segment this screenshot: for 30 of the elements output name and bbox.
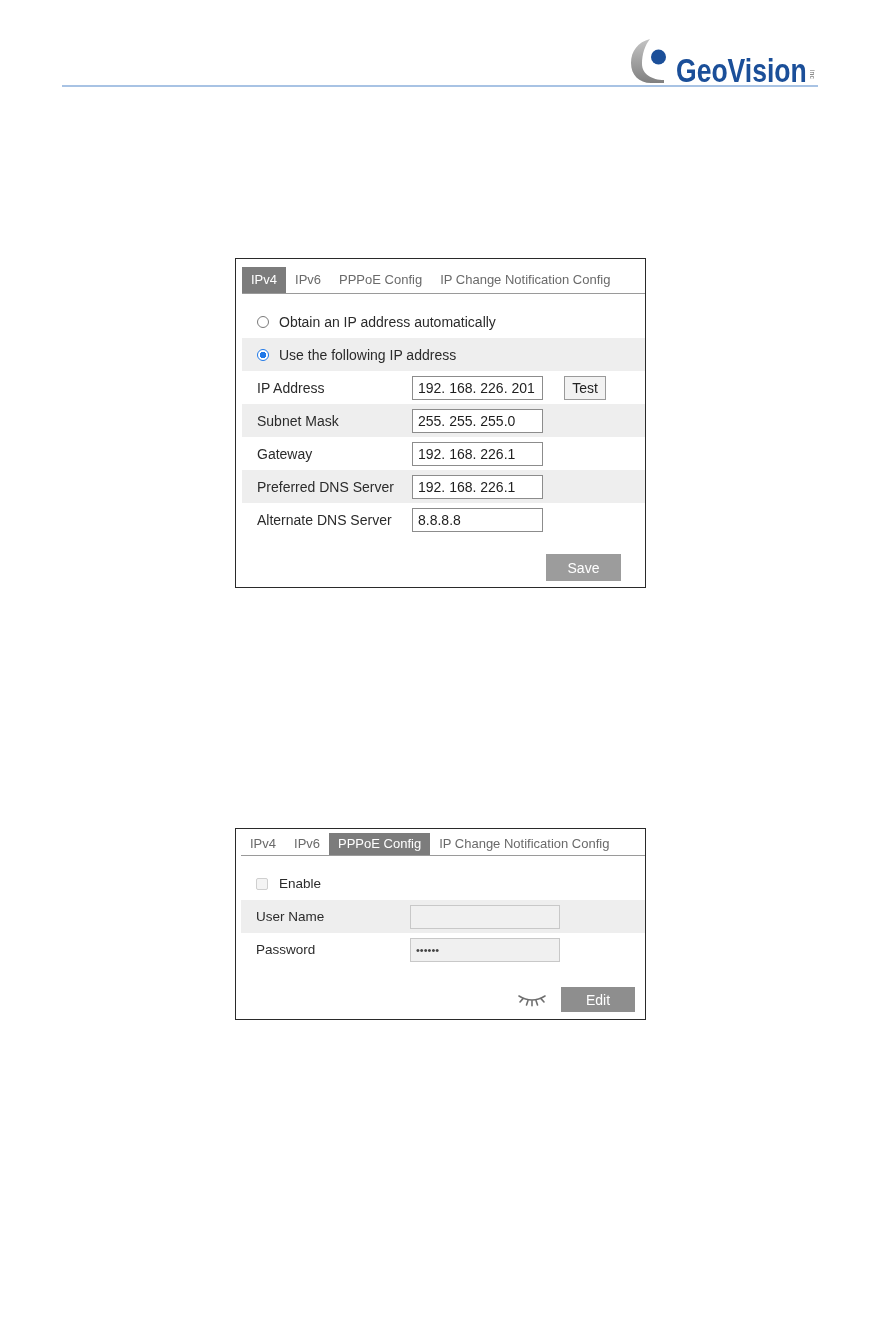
logo-wordmark: GeoVision <box>675 55 807 85</box>
action-button[interactable]: Edit <box>561 987 635 1012</box>
tab[interactable]: IP Change Notification Config <box>430 833 619 855</box>
tab[interactable]: PPPoE Config <box>329 833 431 855</box>
tab[interactable]: IPv6 <box>285 833 330 855</box>
field-label: User Name <box>256 909 326 924</box>
tab[interactable]: IP Change Notification Config <box>431 267 620 293</box>
logo-mark-icon <box>630 39 666 83</box>
field-label: Subnet Mask <box>257 412 340 429</box>
input-field[interactable]: 192. 168. 226.1 <box>412 474 543 499</box>
field-label: Gateway <box>257 445 314 462</box>
radio-label: Obtain an IP address automatically <box>279 313 496 330</box>
tab[interactable]: IPv6 <box>286 267 331 293</box>
tab[interactable]: IPv4 <box>242 267 286 293</box>
radio-button[interactable] <box>257 348 269 361</box>
radio-button[interactable] <box>257 315 269 328</box>
input-field[interactable]: 255. 255. 255.0 <box>412 408 543 433</box>
input-field[interactable]: 192. 168. 226.1 <box>412 441 543 466</box>
field-label: Alternate DNS Server <box>257 511 393 528</box>
field-label: Password <box>256 942 317 957</box>
checkbox-label: Enable <box>279 876 322 891</box>
closed-eye-icon[interactable] <box>518 994 546 1007</box>
field-label: Preferred DNS Server <box>257 478 395 495</box>
radio-label: Use the following IP address <box>279 346 457 363</box>
tab[interactable]: IPv4 <box>241 833 285 855</box>
tab[interactable]: PPPoE Config <box>330 267 432 293</box>
input-field[interactable]: 8.8.8.8 <box>412 507 543 532</box>
field-label: IP Address <box>257 379 326 396</box>
input-field[interactable]: 192. 168. 226. 201 <box>412 375 543 400</box>
test-button[interactable]: Test <box>564 375 606 400</box>
